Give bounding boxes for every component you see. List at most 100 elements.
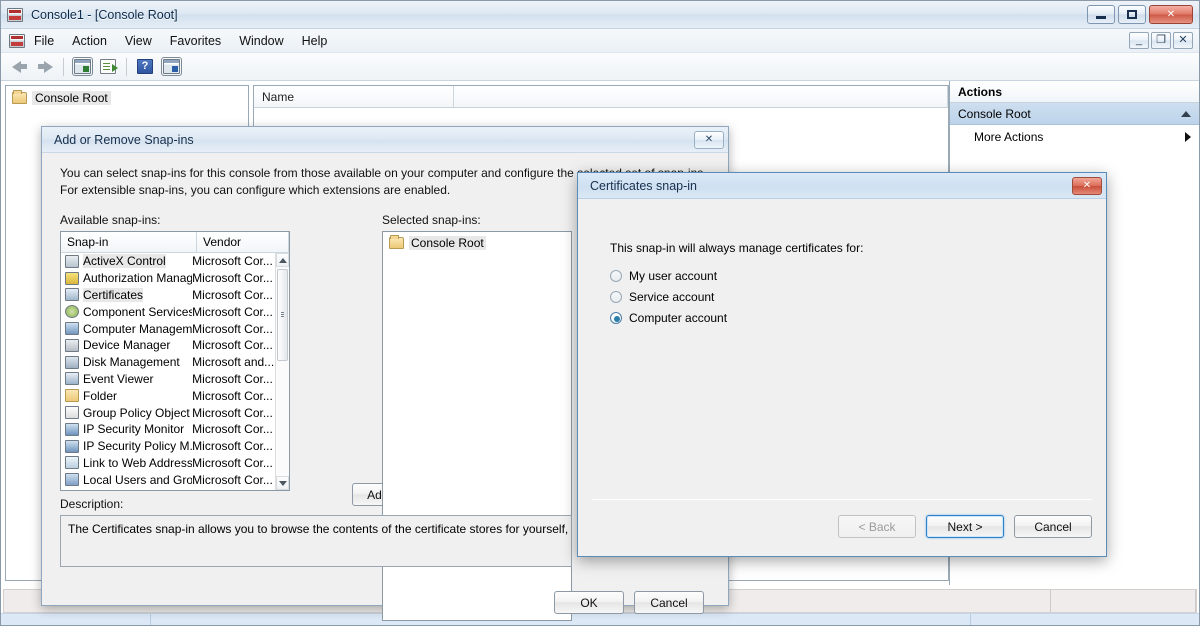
selected-snapins-label: Selected snap-ins: <box>382 213 481 227</box>
ip-security-monitor-icon <box>65 422 79 436</box>
menu-item-view[interactable]: View <box>116 31 161 51</box>
menu-item-file[interactable]: File <box>25 31 63 51</box>
radio-label: Service account <box>629 289 715 304</box>
scroll-down-icon[interactable] <box>276 476 289 490</box>
list-item[interactable]: Link to Web Address Microsoft Cor... <box>61 455 275 472</box>
scroll-up-icon[interactable] <box>276 253 289 267</box>
list-item[interactable]: ActiveX Control Microsoft Cor... <box>61 253 275 270</box>
radio-service-account[interactable]: Service account <box>610 286 727 307</box>
menu-item-window[interactable]: Window <box>230 31 292 51</box>
close-button[interactable]: ✕ <box>1149 5 1193 24</box>
description-label: Description: <box>60 497 124 511</box>
close-icon[interactable]: ✕ <box>694 130 724 149</box>
account-type-radio-group: My user account Service account Computer… <box>610 265 727 328</box>
available-snapins-list[interactable]: Snap-in Vendor ActiveX Control Microsoft … <box>60 231 290 491</box>
available-list-rows: ActiveX Control Microsoft Cor... Authoriz… <box>61 253 275 490</box>
cert-prompt-label: This snap-in will always manage certific… <box>610 241 864 255</box>
folder-icon <box>65 389 79 403</box>
back-button[interactable]: < Back <box>838 515 916 538</box>
available-snapins-label: Available snap-ins: <box>60 213 161 227</box>
link-to-web-address-icon <box>65 456 79 470</box>
mmc-main-window: Console1 - [Console Root] ✕ File Action … <box>0 0 1200 626</box>
show-console-tree-icon[interactable] <box>70 56 94 78</box>
cancel-button[interactable]: Cancel <box>1014 515 1092 538</box>
cancel-button[interactable]: Cancel <box>634 591 704 614</box>
folder-icon <box>12 90 27 104</box>
radio-icon[interactable] <box>610 290 622 303</box>
list-item[interactable]: Group Policy Object ... Microsoft Cor... <box>61 404 275 421</box>
list-item[interactable]: Device Manager Microsoft Cor... <box>61 337 275 354</box>
column-header-snapin[interactable]: Snap-in <box>61 232 197 252</box>
chevron-up-icon[interactable] <box>1181 110 1191 117</box>
toolbar: ? <box>1 53 1199 81</box>
forward-icon[interactable] <box>33 56 57 78</box>
divider <box>592 499 1092 500</box>
selected-item-label: Console Root <box>409 236 486 250</box>
device-manager-icon <box>65 338 79 352</box>
mdi-minimize-button[interactable]: _ <box>1129 32 1149 49</box>
menu-item-action[interactable]: Action <box>63 31 116 51</box>
show-action-pane-icon[interactable] <box>159 56 183 78</box>
minimize-button[interactable] <box>1087 5 1115 24</box>
maximize-button[interactable] <box>1118 5 1146 24</box>
radio-label: Computer account <box>629 310 728 325</box>
group-policy-object-icon <box>65 406 79 420</box>
mdi-restore-button[interactable]: ❐ <box>1151 32 1171 49</box>
window-controls: ✕ <box>1087 5 1193 24</box>
radio-my-user-account[interactable]: My user account <box>610 265 727 286</box>
actions-pane-title: Actions <box>950 81 1199 103</box>
radio-computer-account[interactable]: Computer account <box>610 307 727 328</box>
list-item[interactable]: Local Users and GroupsMicrosoft Cor... <box>61 471 275 488</box>
close-icon[interactable]: ✕ <box>1072 176 1102 195</box>
radio-label: My user account <box>629 268 718 283</box>
tree-node-console-root[interactable]: Console Root <box>8 88 246 108</box>
menu-item-favorites[interactable]: Favorites <box>161 31 230 51</box>
folder-icon <box>389 235 404 249</box>
cert-dialog-titlebar: Certificates snap-in ✕ <box>578 173 1106 199</box>
list-item[interactable]: Disk Management Microsoft and... <box>61 354 275 371</box>
action-group-console-root[interactable]: Console Root <box>950 103 1199 125</box>
list-item[interactable]: IP Security Policy M... Microsoft Cor... <box>61 438 275 455</box>
snapins-dialog-titlebar: Add or Remove Snap-ins ✕ <box>42 127 728 153</box>
radio-icon[interactable] <box>610 269 622 282</box>
activex-icon <box>65 254 79 268</box>
computer-management-icon <box>65 322 79 336</box>
event-viewer-icon <box>65 372 79 386</box>
mdi-close-button[interactable]: ✕ <box>1173 32 1193 49</box>
list-item[interactable]: Folder Microsoft Cor... <box>61 387 275 404</box>
list-item[interactable]: IP Security Monitor Microsoft Cor... <box>61 421 275 438</box>
back-icon[interactable] <box>7 56 31 78</box>
ok-button[interactable]: OK <box>554 591 624 614</box>
ip-security-policy-icon <box>65 439 79 453</box>
disk-management-icon <box>65 355 79 369</box>
list-item[interactable]: Authorization Manager Microsoft Cor... <box>61 270 275 287</box>
list-column-header: Name <box>254 86 948 108</box>
action-item-more-actions[interactable]: More Actions <box>950 125 1199 149</box>
status-segment-2 <box>1051 590 1196 612</box>
list-item-console-root[interactable]: Console Root <box>383 232 571 254</box>
scrollbar-thumb[interactable] <box>277 269 288 361</box>
list-item[interactable]: Component Services Microsoft Cor... <box>61 303 275 320</box>
list-item[interactable]: Computer Managem... Microsoft Cor... <box>61 320 275 337</box>
certificates-icon <box>65 288 79 302</box>
mdi-child-icon <box>9 33 25 48</box>
mdi-window-controls: _ ❐ ✕ <box>1129 32 1193 49</box>
column-header-vendor[interactable]: Vendor <box>197 232 289 252</box>
list-item-certificates[interactable]: Certificates Microsoft Cor... <box>61 287 275 304</box>
cert-dialog-buttons: < Back Next > Cancel <box>838 515 1092 538</box>
help-icon[interactable]: ? <box>133 56 157 78</box>
export-list-icon[interactable] <box>96 56 120 78</box>
tree-node-label: Console Root <box>32 91 111 105</box>
available-list-header: Snap-in Vendor <box>61 232 289 253</box>
column-header-blank[interactable] <box>454 86 948 107</box>
title-bar: Console1 - [Console Root] ✕ <box>1 1 1199 29</box>
next-button[interactable]: Next > <box>926 515 1004 538</box>
available-list-scrollbar[interactable] <box>275 253 289 490</box>
menu-item-help[interactable]: Help <box>293 31 337 51</box>
component-services-icon <box>65 305 79 319</box>
column-header-name[interactable]: Name <box>254 86 454 107</box>
list-item[interactable]: Event Viewer Microsoft Cor... <box>61 371 275 388</box>
cert-dialog-content: This snap-in will always manage certific… <box>586 203 1098 494</box>
mmc-console-icon <box>7 7 23 22</box>
radio-icon-selected[interactable] <box>610 311 622 324</box>
